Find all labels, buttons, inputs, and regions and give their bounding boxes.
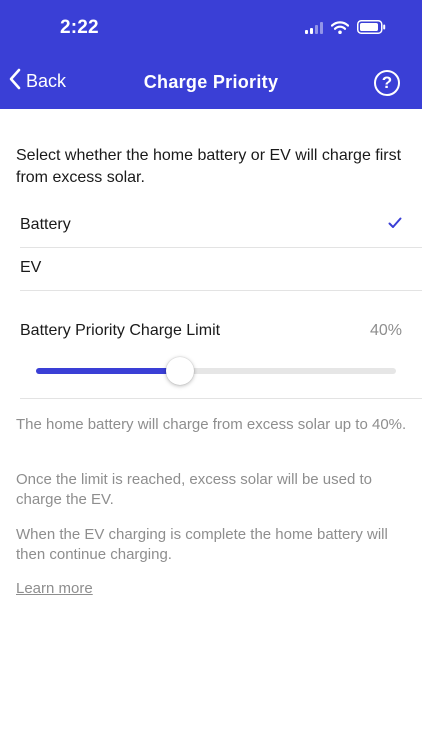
wifi-icon	[330, 20, 350, 39]
page-title: Charge Priority	[143, 72, 279, 92]
question-circle-icon: ?	[381, 73, 393, 92]
charge-limit-slider[interactable]	[36, 357, 396, 385]
nav-bar: Back Charge Priority ?	[0, 56, 422, 109]
charge-limit-label: Battery Priority Charge Limit	[20, 322, 221, 339]
header-bar: 2:22 Back Charge Priority ?	[0, 0, 422, 109]
charge-limit-section: Battery Priority Charge Limit 40%	[20, 291, 422, 399]
battery-icon	[357, 20, 386, 39]
slider-fill	[36, 368, 180, 374]
info-text-continue: When the EV charging is complete the hom…	[16, 526, 388, 563]
slider-thumb[interactable]	[166, 357, 194, 385]
info-text-ev: Once the limit is reached, excess solar …	[16, 471, 372, 508]
status-bar: 2:22	[0, 0, 422, 56]
checkmark-icon	[388, 216, 402, 234]
option-battery[interactable]: Battery	[20, 205, 422, 248]
learn-more-link[interactable]: Learn more	[16, 580, 93, 597]
option-ev[interactable]: EV	[20, 248, 422, 291]
info-text-limit: The home battery will charge from excess…	[16, 416, 407, 433]
option-label: EV	[20, 259, 42, 276]
intro-text: Select whether the home battery or EV wi…	[16, 147, 402, 186]
cellular-signal-icon	[305, 21, 323, 39]
charge-limit-value: 40%	[369, 322, 402, 339]
help-button[interactable]: ?	[374, 70, 400, 96]
option-label: Battery	[20, 216, 71, 233]
status-icons	[305, 20, 386, 39]
status-time: 2:22	[60, 17, 99, 38]
